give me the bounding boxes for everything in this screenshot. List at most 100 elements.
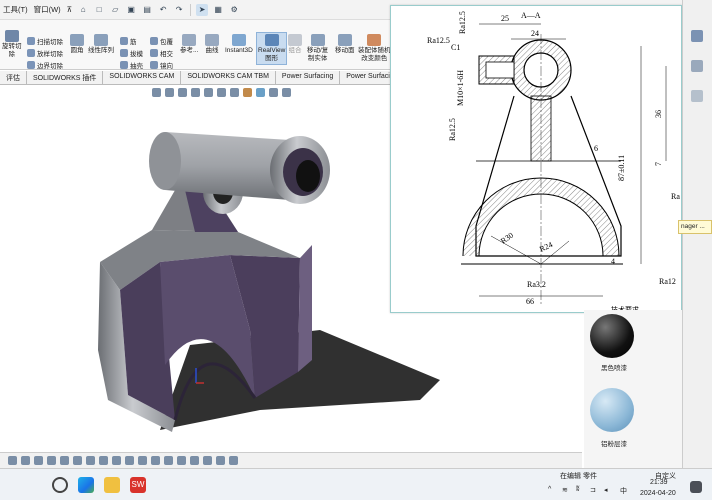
sweep-cut-button[interactable]: 扫描切除 bbox=[27, 36, 63, 46]
tray-ime-icon[interactable]: 中 bbox=[620, 486, 627, 496]
leader-r30 bbox=[490, 235, 542, 265]
scene-icon[interactable] bbox=[256, 87, 265, 97]
previous-view-icon[interactable] bbox=[178, 87, 187, 97]
select-icon[interactable] bbox=[8, 456, 17, 465]
undo-icon[interactable]: ↶ bbox=[157, 4, 169, 16]
realview-button[interactable]: RealView 图形 bbox=[256, 32, 288, 65]
draft-button[interactable]: 拔模 bbox=[120, 48, 143, 58]
boundary-cut-button[interactable]: 边界切除 bbox=[27, 60, 63, 70]
clock-time[interactable]: 21:39 bbox=[650, 479, 668, 486]
edit-appearance-icon[interactable] bbox=[243, 87, 252, 97]
reference-geometry-button[interactable]: 参考... bbox=[180, 34, 198, 55]
offset-icon[interactable] bbox=[151, 456, 160, 465]
spline-icon[interactable] bbox=[125, 456, 134, 465]
black-paint-swatch[interactable] bbox=[590, 314, 634, 358]
mass-properties-icon[interactable] bbox=[229, 456, 238, 465]
task-view-icon[interactable] bbox=[52, 477, 68, 493]
tray-expand-icon[interactable]: ^ bbox=[548, 486, 551, 493]
toolbar-divider bbox=[190, 3, 192, 16]
section-title: A—A bbox=[521, 11, 541, 20]
print-icon[interactable]: ▤ bbox=[141, 4, 153, 16]
curves-button[interactable]: 曲线 bbox=[205, 34, 219, 55]
task-pane bbox=[682, 0, 712, 470]
home-icon[interactable]: ⌂ bbox=[77, 4, 89, 16]
menu-window[interactable]: 窗口(W) bbox=[31, 4, 64, 15]
task-pane-explorer-icon[interactable] bbox=[691, 90, 703, 102]
notifications-icon[interactable] bbox=[690, 481, 702, 493]
sweep-cut-icon bbox=[27, 37, 35, 45]
mirror-entities-icon[interactable] bbox=[164, 456, 173, 465]
save-icon[interactable]: ▣ bbox=[125, 4, 137, 16]
view-settings-icon[interactable] bbox=[269, 87, 278, 97]
redo-icon[interactable]: ↷ bbox=[173, 4, 185, 16]
pattern-icon[interactable] bbox=[177, 456, 186, 465]
fillet-label: 圆角 bbox=[70, 47, 84, 54]
revolve-cut-button[interactable]: 旋转切 除 bbox=[2, 30, 22, 59]
view-orientation-icon[interactable] bbox=[204, 87, 213, 97]
intersect-button[interactable]: 相交 bbox=[150, 48, 173, 58]
move-copy-body-button[interactable]: 移动/复 制实体 bbox=[307, 34, 328, 63]
tray-wifi-icon[interactable]: ʬ bbox=[576, 486, 579, 493]
instant3d-button[interactable]: Instant3D bbox=[225, 34, 253, 55]
aluminum-paint-swatch[interactable] bbox=[590, 388, 634, 432]
wrap-button[interactable]: 包覆 bbox=[150, 36, 173, 46]
move-face-button[interactable]: 移动面 bbox=[335, 34, 355, 55]
fillet-button[interactable]: 圆角 bbox=[70, 34, 84, 55]
sweep-cut-label: 扫描切除 bbox=[37, 39, 63, 46]
relations-icon[interactable] bbox=[190, 456, 199, 465]
line-icon[interactable] bbox=[86, 456, 95, 465]
solidworks-taskbar-icon[interactable]: SW bbox=[130, 477, 146, 493]
boundary-cut-label: 边界切除 bbox=[37, 63, 63, 70]
smart-dimension-icon[interactable] bbox=[73, 456, 82, 465]
trim-icon[interactable] bbox=[138, 456, 147, 465]
shell-label: 抽壳 bbox=[130, 63, 143, 70]
select-pointer-icon[interactable]: ➤ bbox=[196, 3, 209, 16]
measure-icon[interactable] bbox=[216, 456, 225, 465]
pin-icon[interactable]: ⊼ bbox=[64, 5, 76, 14]
arc-icon[interactable] bbox=[112, 456, 121, 465]
tab-solidworks-cam-tbm[interactable]: SOLIDWORKS CAM TBM bbox=[181, 71, 276, 84]
tab-evaluate[interactable]: 评估 bbox=[0, 71, 27, 84]
zoom-icon[interactable] bbox=[21, 456, 30, 465]
draft-icon bbox=[120, 49, 128, 57]
circle-icon[interactable] bbox=[99, 456, 108, 465]
options-gear-icon[interactable]: ⚙ bbox=[228, 4, 240, 16]
move-copy-icon bbox=[310, 34, 325, 46]
loft-cut-icon bbox=[27, 49, 35, 57]
rotate-icon[interactable] bbox=[47, 456, 56, 465]
menu-tools[interactable]: 工具(T) bbox=[0, 4, 31, 15]
sketch-icon[interactable] bbox=[60, 456, 69, 465]
shell-button[interactable]: 抽壳 bbox=[120, 60, 143, 70]
tray-battery-icon[interactable]: ⊐ bbox=[590, 486, 596, 494]
tab-solidworks-addins[interactable]: SOLIDWORKS 插件 bbox=[27, 71, 104, 84]
task-pane-library-icon[interactable] bbox=[691, 60, 703, 72]
rebuild-icon[interactable]: ▦ bbox=[212, 4, 224, 16]
combine-button[interactable]: 组合 bbox=[288, 34, 302, 55]
loft-cut-button[interactable]: 放样切除 bbox=[27, 48, 63, 58]
linear-pattern-button[interactable]: 线性阵列 bbox=[88, 34, 114, 55]
file-explorer-icon[interactable] bbox=[104, 477, 120, 493]
zoom-fit-icon[interactable] bbox=[152, 87, 161, 97]
radius-24: R24 bbox=[538, 240, 554, 254]
display-icon[interactable] bbox=[203, 456, 212, 465]
black-paint-label: 黑色喷漆 bbox=[601, 365, 627, 372]
pan-icon[interactable] bbox=[34, 456, 43, 465]
tab-solidworks-cam[interactable]: SOLIDWORKS CAM bbox=[103, 71, 182, 84]
new-document-icon[interactable]: □ bbox=[93, 4, 105, 16]
hide-show-icon[interactable] bbox=[230, 87, 239, 97]
display-style-icon[interactable] bbox=[217, 87, 226, 97]
mirror-label: 镜向 bbox=[160, 63, 173, 70]
rib-button[interactable]: 筋 bbox=[120, 36, 137, 46]
clock-date[interactable]: 2024-04-20 bbox=[640, 490, 676, 497]
tab-power-surfacing[interactable]: Power Surfacing bbox=[275, 71, 341, 84]
open-folder-icon[interactable]: ▱ bbox=[109, 4, 121, 16]
display-pane-icon[interactable] bbox=[282, 87, 291, 97]
task-pane-resources-icon[interactable] bbox=[691, 30, 703, 42]
tray-network-icon[interactable]: ≋ bbox=[562, 486, 568, 494]
zoom-area-icon[interactable] bbox=[165, 87, 174, 97]
assign-color-button[interactable]: 装配体随机 改变颜色 bbox=[358, 34, 391, 63]
section-view-icon[interactable] bbox=[191, 87, 200, 97]
tray-volume-icon[interactable]: ◂ bbox=[604, 486, 608, 494]
mirror-button[interactable]: 镜向 bbox=[150, 60, 173, 70]
edge-browser-icon[interactable] bbox=[78, 477, 94, 493]
